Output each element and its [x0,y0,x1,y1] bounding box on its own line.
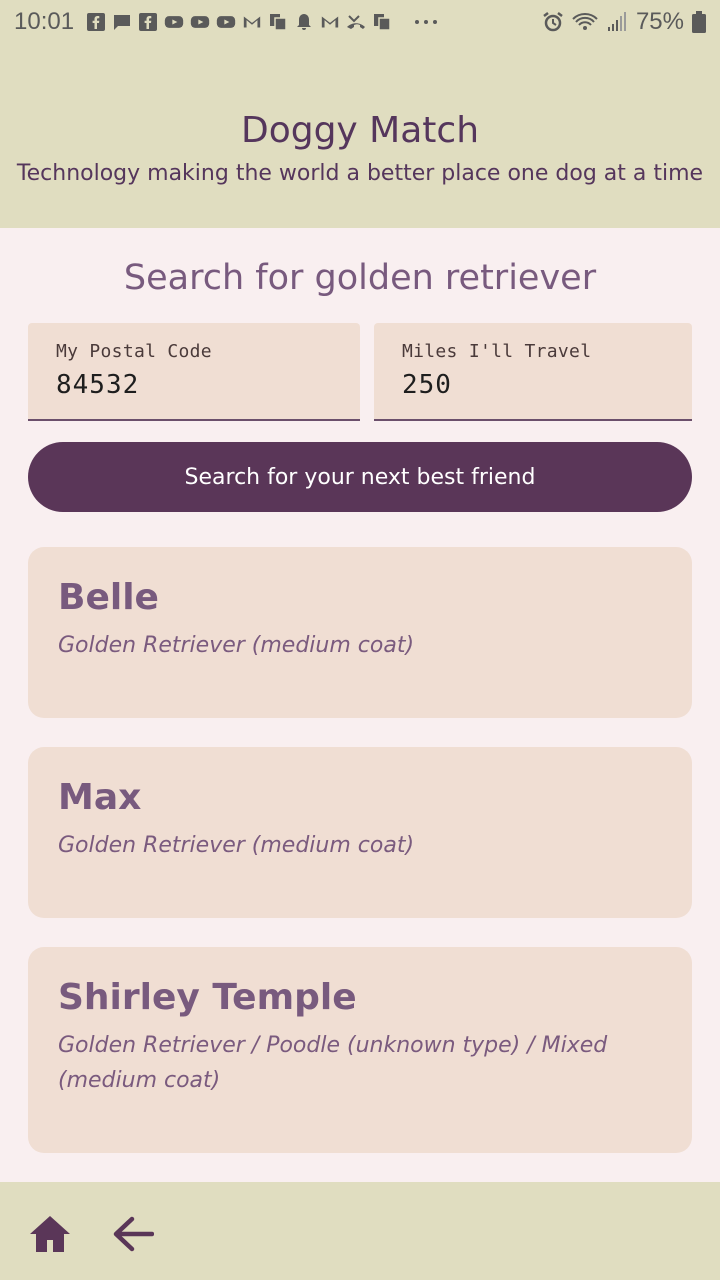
dog-name: Shirley Temple [58,977,357,1018]
postal-code-label: My Postal Code [56,341,212,362]
dog-breed: Golden Retriever (medium coat) [58,833,415,858]
dog-name: Belle [58,577,159,618]
facebook-icon [139,13,158,31]
status-time: 10:01 [14,8,75,35]
signal-icon [607,12,626,31]
battery-percent: 75% [635,8,684,35]
notification-icons [86,12,442,32]
dog-breed: Golden Retriever / Poodle (unknown type)… [58,1033,608,1093]
bottom-nav [0,1182,720,1280]
miles-field[interactable]: Miles I'll Travel 250 [374,323,692,421]
status-bar: 10:01 75% [0,0,720,44]
postal-code-input[interactable]: 84532 [56,370,332,400]
gmail-icon [243,16,261,28]
facebook-icon [87,13,106,31]
copy-icon [270,14,287,31]
postal-code-field[interactable]: My Postal Code 84532 [28,323,360,421]
gmail-icon [321,16,339,28]
bell-icon [297,14,312,30]
search-button[interactable]: Search for your next best friend [28,442,692,512]
missed-call-icon [347,15,366,29]
home-icon[interactable] [28,1214,72,1254]
result-card[interactable]: Shirley Temple Golden Retriever / Poodle… [28,947,692,1153]
search-heading: Search for golden retriever [123,258,597,298]
app-title: Doggy Match [240,110,480,151]
app-subtitle: Technology making the world a better pla… [16,161,704,186]
dog-name: Max [58,777,142,818]
app-header: Doggy Match Technology making the world … [0,44,720,228]
youtube-icon [216,16,236,28]
youtube-icon [164,16,184,28]
system-status: 75% [542,8,706,36]
wifi-icon [572,13,598,30]
message-icon [114,15,131,30]
miles-input[interactable]: 250 [402,370,664,400]
result-card[interactable]: Max Golden Retriever (medium coat) [28,747,692,918]
more-icon [415,20,438,24]
result-card[interactable]: Belle Golden Retriever (medium coat) [28,547,692,718]
dog-breed: Golden Retriever (medium coat) [58,633,415,658]
alarm-icon [543,12,563,32]
battery-icon [692,11,706,33]
copy-icon [374,14,391,31]
miles-label: Miles I'll Travel [402,341,592,362]
youtube-icon [190,16,210,28]
back-arrow-icon[interactable] [112,1216,154,1252]
